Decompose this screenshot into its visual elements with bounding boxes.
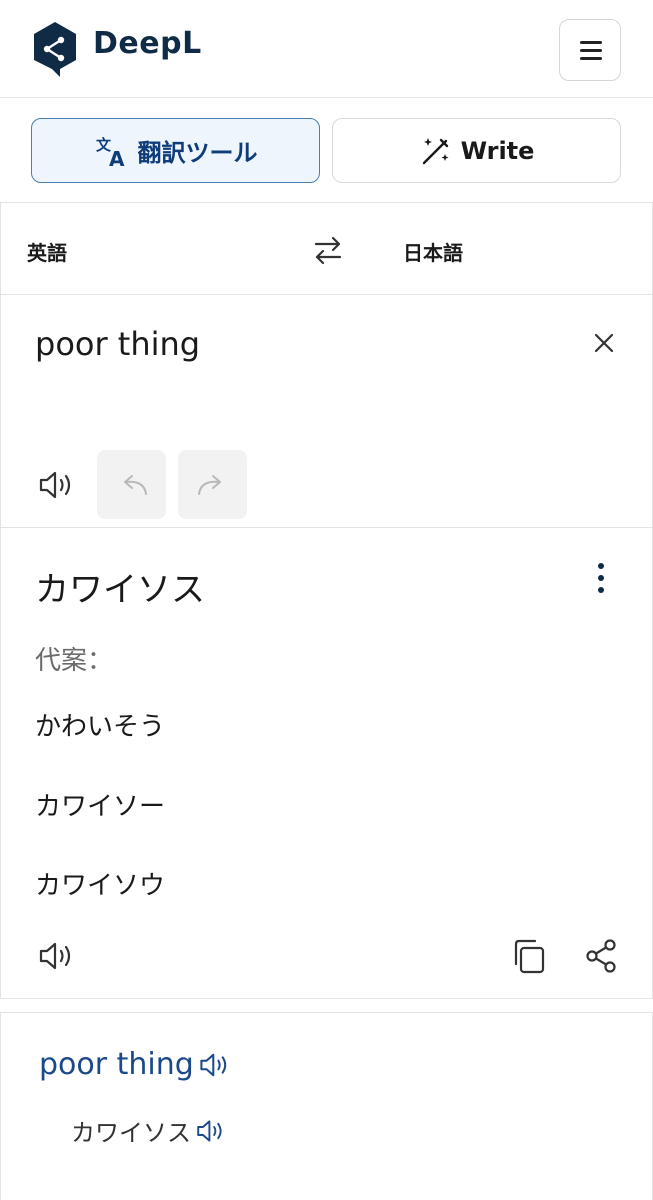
dictionary-entry-text[interactable]: カワイソス bbox=[71, 1113, 191, 1148]
alternatives-label: 代案： bbox=[35, 646, 114, 676]
svg-text:A: A bbox=[109, 147, 125, 168]
tab-translator-label: 翻訳ツール bbox=[137, 139, 258, 167]
hamburger-menu-icon bbox=[580, 49, 602, 52]
swap-arrows-icon[interactable] bbox=[311, 233, 345, 267]
hamburger-menu-icon bbox=[580, 57, 602, 60]
brand-name[interactable]: DeepL bbox=[93, 26, 202, 61]
speaker-icon[interactable] bbox=[37, 465, 77, 505]
translate-icon: 文 A bbox=[96, 136, 125, 168]
dictionary-panel: poor thing カワイソス bbox=[0, 1012, 653, 1200]
alternative-item[interactable]: カワイソウ bbox=[35, 865, 165, 902]
magic-wand-icon bbox=[422, 137, 449, 164]
app-header: DeepL bbox=[0, 0, 653, 98]
undo-button[interactable] bbox=[97, 450, 166, 519]
tab-write-label: Write bbox=[460, 136, 535, 165]
alternative-item[interactable]: かわいそう bbox=[35, 706, 165, 743]
translation-output[interactable]: カワイソス bbox=[35, 562, 205, 611]
dictionary-headword[interactable]: poor thing bbox=[39, 1047, 232, 1082]
speaker-icon[interactable] bbox=[37, 936, 77, 976]
target-language-select[interactable]: 日本語 bbox=[403, 237, 463, 266]
hamburger-menu-icon bbox=[580, 41, 602, 44]
undo-icon bbox=[123, 474, 147, 495]
language-bar: 英語 日本語 bbox=[0, 202, 653, 295]
alternative-item[interactable]: カワイソー bbox=[35, 786, 165, 823]
source-text-input[interactable]: poor thing bbox=[35, 325, 200, 363]
source-panel: poor thing bbox=[0, 295, 653, 528]
share-icon[interactable] bbox=[581, 936, 621, 976]
close-icon[interactable] bbox=[591, 330, 617, 356]
tab-write[interactable]: Write bbox=[332, 118, 621, 183]
copy-icon[interactable] bbox=[509, 936, 549, 976]
source-language-select[interactable]: 英語 bbox=[27, 237, 67, 266]
deepl-logo-icon[interactable] bbox=[30, 20, 80, 78]
redo-icon bbox=[197, 474, 221, 495]
more-vertical-icon[interactable] bbox=[591, 560, 611, 596]
speaker-icon[interactable] bbox=[198, 1048, 232, 1082]
menu-button[interactable] bbox=[559, 19, 621, 81]
dictionary-entry[interactable]: カワイソス bbox=[71, 1113, 227, 1148]
dictionary-headword-text[interactable]: poor thing bbox=[39, 1047, 194, 1082]
target-panel: カワイソス 代案： かわいそう カワイソー カワイソウ bbox=[0, 528, 653, 999]
speaker-icon[interactable] bbox=[195, 1115, 227, 1147]
redo-button[interactable] bbox=[178, 450, 247, 519]
tab-translator[interactable]: 文 A 翻訳ツール bbox=[31, 118, 320, 183]
